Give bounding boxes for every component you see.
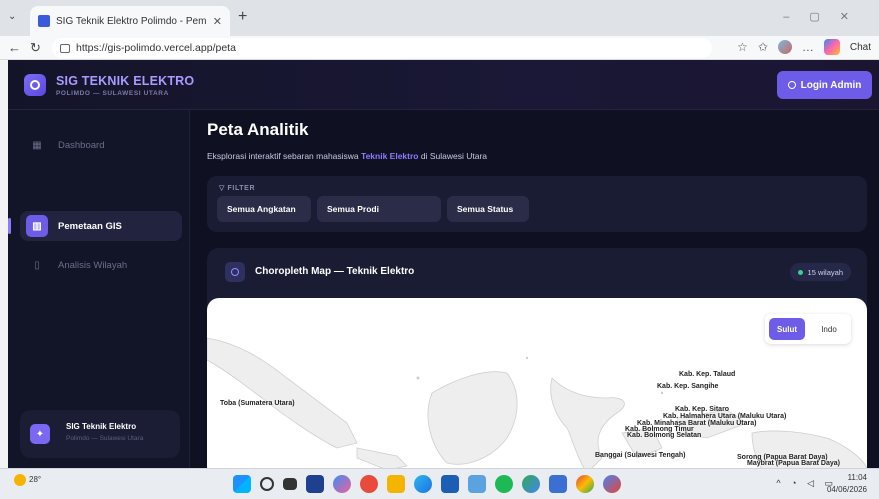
brand-subtitle: POLIMDO — SULAWESI UTARA <box>56 90 169 97</box>
app-icon-red[interactable] <box>360 475 378 493</box>
temperature-text: 28° <box>29 475 42 485</box>
sidebar-item-label: Dashboard <box>58 139 105 151</box>
map-label[interactable]: Kab. Kep. Sitaro <box>675 406 729 413</box>
map-label[interactable]: Maybrat (Papua Barat Daya) <box>747 460 840 467</box>
window-controls[interactable]: –▢✕ <box>783 10 869 23</box>
active-indicator <box>8 218 11 234</box>
map-label[interactable]: Kab. Kep. Sangihe <box>657 383 718 390</box>
choropleth-map[interactable]: Kab. Kep. Talaud Kab. Kep. Sangihe Toba … <box>207 298 867 468</box>
status-dot-icon <box>797 269 803 275</box>
app-icon-a[interactable] <box>468 475 486 493</box>
sidebar-item-dashboard[interactable]: ▦ Dashboard <box>20 130 182 160</box>
filter-angkatan-select[interactable]: Semua Angkatan <box>217 196 311 222</box>
sidebar-item-analisis-wilayah[interactable]: ▯ Analisis Wilayah <box>20 250 182 280</box>
clock-date: 04/06/2026 <box>826 485 867 494</box>
filter-panel: ▽ FILTER Semua Angkatan Semua Prodi Semu… <box>207 176 867 232</box>
app-header: SIG TEKNIK ELEKTRO POLIMDO — SULAWESI UT… <box>8 60 879 110</box>
weather-widget[interactable]: 28° <box>14 474 41 486</box>
chart-icon: ▯ <box>34 259 40 271</box>
toggle-sulut-button[interactable]: Sulut <box>769 318 805 340</box>
login-admin-label: Login Admin <box>800 79 862 91</box>
taskbar-apps <box>233 475 621 493</box>
map-icon: ▥ <box>26 215 48 237</box>
back-arrow-icon[interactable]: ← <box>8 40 21 55</box>
footer-title: SIG Teknik Elektro <box>66 422 137 431</box>
url-field[interactable]: https://gis-polimdo.vercel.app/peta <box>52 38 712 58</box>
collections-icon[interactable]: ✩ <box>758 40 768 54</box>
map-label[interactable]: Toba (Sumatera Utara) <box>220 400 295 407</box>
chrome-icon[interactable] <box>522 475 540 493</box>
sidebar-footer-card: ✦ SIG Teknik Elektro Polimdo — Sulawesi … <box>20 410 180 458</box>
os-taskbar: 28° ^ ◔ ◁ ▭ 11:04 04/06/2026 <box>0 468 879 499</box>
filter-status-select[interactable]: Semua Status <box>447 196 529 222</box>
search-icon[interactable] <box>260 477 274 491</box>
map-label[interactable]: Kab. Kep. Talaud <box>679 371 735 378</box>
chrome-profile-2-icon[interactable] <box>603 475 621 493</box>
map-card: Choropleth Map — Teknik Elektro 15 wilay… <box>207 248 867 468</box>
sidebar-item-pemetaan-gis[interactable]: ▥ Pemetaan GIS <box>20 211 182 241</box>
wilayah-count-badge: 15 wilayah <box>789 263 851 281</box>
new-tab-plus-icon[interactable]: + <box>238 8 247 26</box>
close-tab-icon[interactable]: ✕ <box>213 15 222 28</box>
filter-funnel-icon: ▽ <box>219 185 228 192</box>
browser-toolbar-right: ☆ ✩ … Chat <box>737 39 871 55</box>
subtitle-highlight: Teknik Elektro <box>361 151 419 161</box>
clock[interactable]: 11:04 04/06/2026 <box>827 472 867 496</box>
map-scope-toggle: Sulut Indo <box>765 314 851 344</box>
address-toolbar: ← ↻ https://gis-polimdo.vercel.app/peta … <box>0 36 879 60</box>
grid-icon: ▦ <box>32 139 42 151</box>
subtitle-text-end: di Sulawesi Utara <box>418 151 488 161</box>
chat-label[interactable]: Chat <box>850 42 871 53</box>
app-logo-small-icon: ✦ <box>30 424 50 444</box>
reload-icon[interactable]: ↻ <box>30 40 41 56</box>
url-text: https://gis-polimdo.vercel.app/peta <box>76 42 236 54</box>
page-subtitle: Eksplorasi interaktif sebaran mahasiswa … <box>207 151 487 161</box>
profile-avatar[interactable] <box>777 40 792 54</box>
map-label[interactable]: Kab. Bolmong Selatan <box>627 432 701 439</box>
task-view-icon[interactable] <box>283 478 297 490</box>
login-admin-button[interactable]: Login Admin <box>777 71 872 99</box>
more-menu-icon[interactable]: … <box>802 40 814 54</box>
sun-icon <box>14 474 26 486</box>
filter-prodi-select[interactable]: Semua Prodi <box>317 196 441 222</box>
toggle-indo-button[interactable]: Indo <box>811 318 847 340</box>
copilot-icon[interactable] <box>823 39 840 55</box>
app-window: SIG TEKNIK ELEKTRO POLIMDO — SULAWESI UT… <box>8 60 879 468</box>
copilot-app-icon[interactable] <box>333 475 351 493</box>
browser-tab-bar: ⌄ SIG Teknik Elektro Polimdo - Pem ✕ + –… <box>0 0 879 36</box>
tab-title: SIG Teknik Elektro Polimdo - Pem <box>56 15 207 27</box>
clock-time: 11:04 <box>847 473 867 482</box>
main-content: Peta Analitik Eksplorasi interaktif seba… <box>190 110 879 468</box>
chrome-profile-icon[interactable] <box>576 475 594 493</box>
favicon-icon <box>38 15 50 27</box>
wilayah-count-text: 15 wilayah <box>807 267 843 277</box>
map-label[interactable]: Banggai (Sulawesi Tengah) <box>595 452 686 459</box>
dropbox-icon[interactable] <box>306 475 324 493</box>
sidebar-item-label: Pemetaan GIS <box>58 220 122 232</box>
subtitle-text: Eksplorasi interaktif sebaran mahasiswa <box>207 151 362 161</box>
windows-start-icon[interactable] <box>233 475 251 493</box>
lock-icon <box>60 43 70 53</box>
sidebar: ▦ Dashboard ▥ Pemetaan GIS ▯ Analisis Wi… <box>8 110 190 468</box>
browser-tab[interactable]: SIG Teknik Elektro Polimdo - Pem ✕ <box>30 6 230 36</box>
footer-subtitle: Polimdo — Sulawesi Utara <box>66 435 144 442</box>
page-title: Peta Analitik <box>207 120 309 139</box>
favorite-star-icon[interactable]: ☆ <box>737 40 748 54</box>
map-globe-icon <box>225 262 245 282</box>
tab-list-chevron-icon[interactable]: ⌄ <box>8 11 16 22</box>
sidebar-item-label: Analisis Wilayah <box>58 259 128 271</box>
user-circle-icon <box>787 81 796 89</box>
app-icon-blue[interactable] <box>549 475 567 493</box>
store-icon[interactable] <box>441 475 459 493</box>
app-logo-icon[interactable] <box>24 74 46 96</box>
spotify-icon[interactable] <box>495 475 513 493</box>
map-label[interactable]: Kab. Halmahera Utara (Maluku Utara) <box>663 413 786 420</box>
map-title: Choropleth Map — Teknik Elektro <box>255 266 415 277</box>
brand-title: SIG TEKNIK ELEKTRO <box>56 74 195 88</box>
filter-label: ▽ FILTER <box>219 184 255 192</box>
file-explorer-icon[interactable] <box>387 475 405 493</box>
filter-label-text: FILTER <box>227 185 256 192</box>
edge-icon[interactable] <box>414 475 432 493</box>
